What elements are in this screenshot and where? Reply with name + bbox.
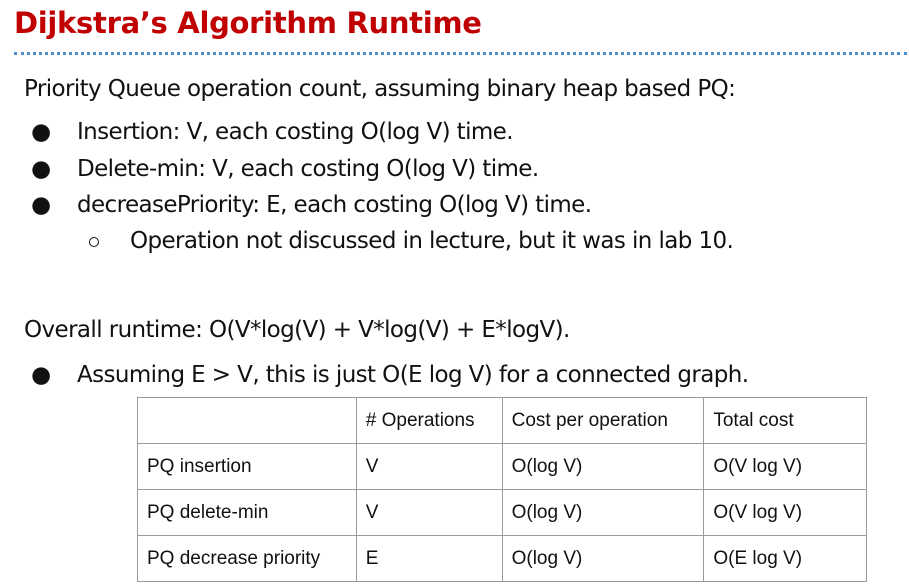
table-cell: V <box>355 443 503 490</box>
bullet-decrease-priority: decreasePriority: E, each costing O(log … <box>77 192 592 218</box>
bullet-marker: ● <box>31 192 52 218</box>
table-header-row: # Operations Cost per operation Total co… <box>137 397 867 444</box>
intro-text: Priority Queue operation count, assuming… <box>24 76 736 102</box>
bullet-marker: ● <box>31 119 52 145</box>
table-header-cell: # Operations <box>355 397 503 444</box>
table-cell: O(log V) <box>501 489 705 536</box>
bullet-insertion: Insertion: V, each costing O(log V) time… <box>77 119 514 145</box>
slide-title: Dijkstra’s Algorithm Runtime <box>14 6 482 40</box>
table-cell: PQ insertion <box>137 443 357 490</box>
bullet-marker: ● <box>31 362 52 388</box>
table-row: PQ decrease priority E O(log V) O(E log … <box>137 535 867 582</box>
title-divider <box>14 52 907 55</box>
bullet-delete-min: Delete-min: V, each costing O(log V) tim… <box>77 156 539 182</box>
table-cell: V <box>355 489 503 536</box>
bullet-marker: ● <box>31 156 52 182</box>
table-cell: O(V log V) <box>703 489 867 536</box>
table-cell: O(V log V) <box>703 443 867 490</box>
sub-bullet-marker <box>89 237 99 247</box>
table-row: PQ delete-min V O(log V) O(V log V) <box>137 489 867 536</box>
sub-bullet-lab-note: Operation not discussed in lecture, but … <box>130 228 734 254</box>
table-cell: PQ decrease priority <box>137 535 357 582</box>
table-header-cell: Total cost <box>703 397 867 444</box>
runtime-table: # Operations Cost per operation Total co… <box>137 397 867 582</box>
table-row: PQ insertion V O(log V) O(V log V) <box>137 443 867 490</box>
table-cell: O(log V) <box>501 535 705 582</box>
table-cell: O(log V) <box>501 443 705 490</box>
table-cell: PQ delete-min <box>137 489 357 536</box>
table-cell: O(E log V) <box>703 535 867 582</box>
table-header-cell: Cost per operation <box>501 397 705 444</box>
overall-runtime: Overall runtime: O(V*log(V) + V*log(V) +… <box>24 317 570 343</box>
table-cell: E <box>355 535 503 582</box>
bullet-assumption: Assuming E > V, this is just O(E log V) … <box>77 362 749 388</box>
table-header-cell <box>137 397 357 444</box>
